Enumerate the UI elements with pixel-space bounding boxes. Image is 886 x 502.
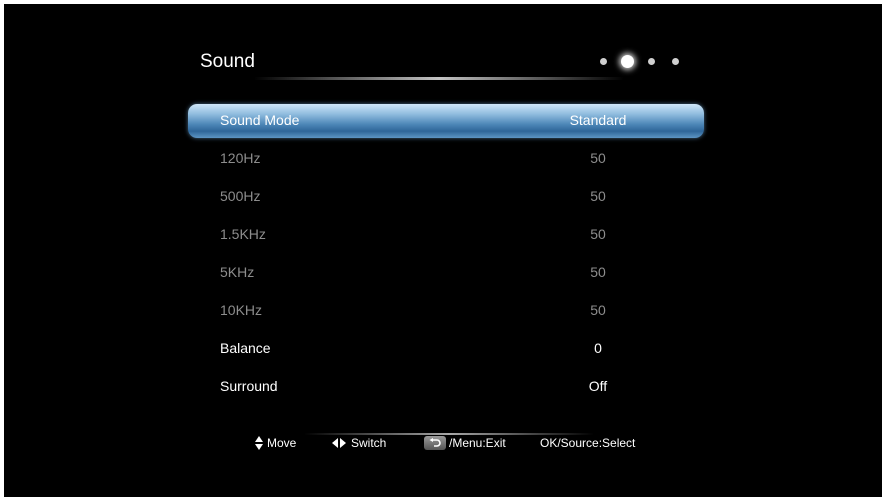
setting-row-120hz: 120Hz 50 (188, 142, 704, 176)
tv-screen: Sound Sound Mode Standard 120Hz 50 500Hz… (4, 4, 882, 497)
up-down-arrows-icon (255, 436, 264, 450)
setting-value: 50 (590, 264, 606, 280)
setting-value: 0 (594, 340, 602, 356)
setting-label: Surround (220, 378, 278, 394)
hint-move-label: Move (267, 436, 297, 450)
setting-row-1-5khz: 1.5KHz 50 (188, 218, 704, 252)
hint-switch-label: Switch (351, 436, 387, 450)
page-dot-2-active (621, 55, 634, 68)
setting-label: Sound Mode (220, 112, 300, 128)
page-dot-3 (648, 58, 655, 65)
setting-value: Off (588, 378, 608, 394)
footer-divider (304, 433, 594, 435)
setting-label: 500Hz (220, 188, 261, 204)
page-dot-4 (672, 58, 679, 65)
title-underline (254, 77, 624, 80)
menu-title: Sound (200, 51, 255, 72)
left-right-arrows-icon (332, 438, 348, 448)
setting-label: 120Hz (220, 150, 261, 166)
hint-move: Move (255, 436, 296, 450)
setting-row-surround[interactable]: Surround Off (188, 370, 704, 404)
hint-exit-label: /Menu:Exit (449, 436, 506, 450)
setting-row-5khz: 5KHz 50 (188, 256, 704, 290)
setting-row-10khz: 10KHz 50 (188, 294, 704, 328)
hint-select-label: OK/Source:Select (540, 436, 636, 450)
hint-switch: Switch (332, 436, 386, 450)
hint-select: OK/Source:Select (540, 436, 635, 450)
page-dot-1 (600, 58, 607, 65)
setting-label: 1.5KHz (220, 226, 266, 242)
return-key-icon (424, 436, 446, 450)
setting-label: Balance (220, 340, 271, 356)
setting-value: 50 (590, 150, 606, 166)
setting-row-sound-mode[interactable]: Sound Mode Standard (188, 104, 704, 138)
setting-value: 50 (590, 188, 606, 204)
hint-exit: /Menu:Exit (424, 436, 506, 450)
setting-value: 50 (590, 302, 606, 318)
setting-label: 5KHz (220, 264, 255, 280)
setting-row-balance[interactable]: Balance 0 (188, 332, 704, 366)
setting-value: 50 (590, 226, 606, 242)
setting-label: 10KHz (220, 302, 263, 318)
setting-value: Standard (569, 112, 627, 128)
setting-row-500hz: 500Hz 50 (188, 180, 704, 214)
